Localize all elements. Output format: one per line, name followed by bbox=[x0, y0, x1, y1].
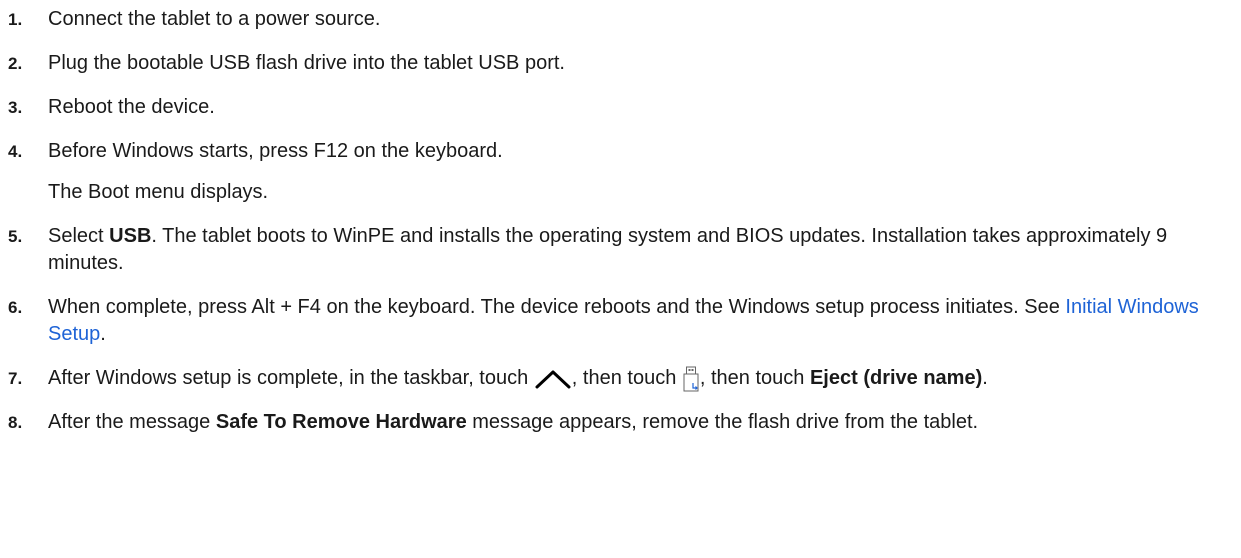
step-text-mid2: , then touch bbox=[699, 367, 810, 389]
step-3: 3. Reboot the device. bbox=[8, 94, 1234, 121]
step-text-post: . The tablet boots to WinPE and installs… bbox=[48, 225, 1168, 274]
step-number: 5. bbox=[8, 227, 23, 246]
step-number: 8. bbox=[8, 413, 23, 432]
step-number: 6. bbox=[8, 298, 23, 317]
steps-list: 1. Connect the tablet to a power source.… bbox=[8, 6, 1234, 453]
step-text-pre: After the message bbox=[48, 411, 216, 433]
step-text-bold: USB bbox=[109, 225, 152, 247]
step-7: 7. After Windows setup is complete, in t… bbox=[8, 365, 1234, 392]
step-text-bold: Eject (drive name) bbox=[809, 367, 983, 389]
step-text-post: . bbox=[100, 323, 106, 345]
step-text: Connect the tablet to a power source. bbox=[48, 8, 381, 30]
step-1: 1. Connect the tablet to a power source. bbox=[8, 6, 1234, 33]
step-text-post: . bbox=[982, 367, 988, 389]
step-number: 2. bbox=[8, 54, 23, 73]
step-text-pre: After Windows setup is complete, in the … bbox=[48, 367, 534, 389]
step-text-mid: , then touch bbox=[571, 367, 682, 389]
step-text-pre: When complete, press Alt + F4 on the key… bbox=[48, 296, 1066, 318]
chevron-up-icon bbox=[534, 368, 572, 390]
step-text-post: message appears, remove the flash drive … bbox=[466, 411, 979, 433]
step-4-note: The Boot menu displays. bbox=[48, 181, 269, 203]
usb-drive-icon bbox=[682, 366, 700, 392]
step-4: 4. Before Windows starts, press F12 on t… bbox=[8, 138, 1234, 165]
step-number: 3. bbox=[8, 98, 23, 117]
step-6: 6. When complete, press Alt + F4 on the … bbox=[8, 294, 1234, 348]
step-5: 5. Select USB. The tablet boots to WinPE… bbox=[8, 223, 1234, 277]
step-text-pre: Select bbox=[48, 225, 110, 247]
step-8: 8. After the message Safe To Remove Hard… bbox=[8, 409, 1234, 436]
step-number: 1. bbox=[8, 10, 23, 29]
step-text: Before Windows starts, press F12 on the … bbox=[48, 140, 503, 162]
step-number: 4. bbox=[8, 142, 23, 161]
step-text: Plug the bootable USB flash drive into t… bbox=[48, 52, 565, 74]
step-text-bold: Safe To Remove Hardware bbox=[215, 411, 467, 433]
step-text: Reboot the device. bbox=[48, 96, 215, 118]
step-2: 2. Plug the bootable USB flash drive int… bbox=[8, 50, 1234, 77]
step-number: 7. bbox=[8, 369, 23, 388]
